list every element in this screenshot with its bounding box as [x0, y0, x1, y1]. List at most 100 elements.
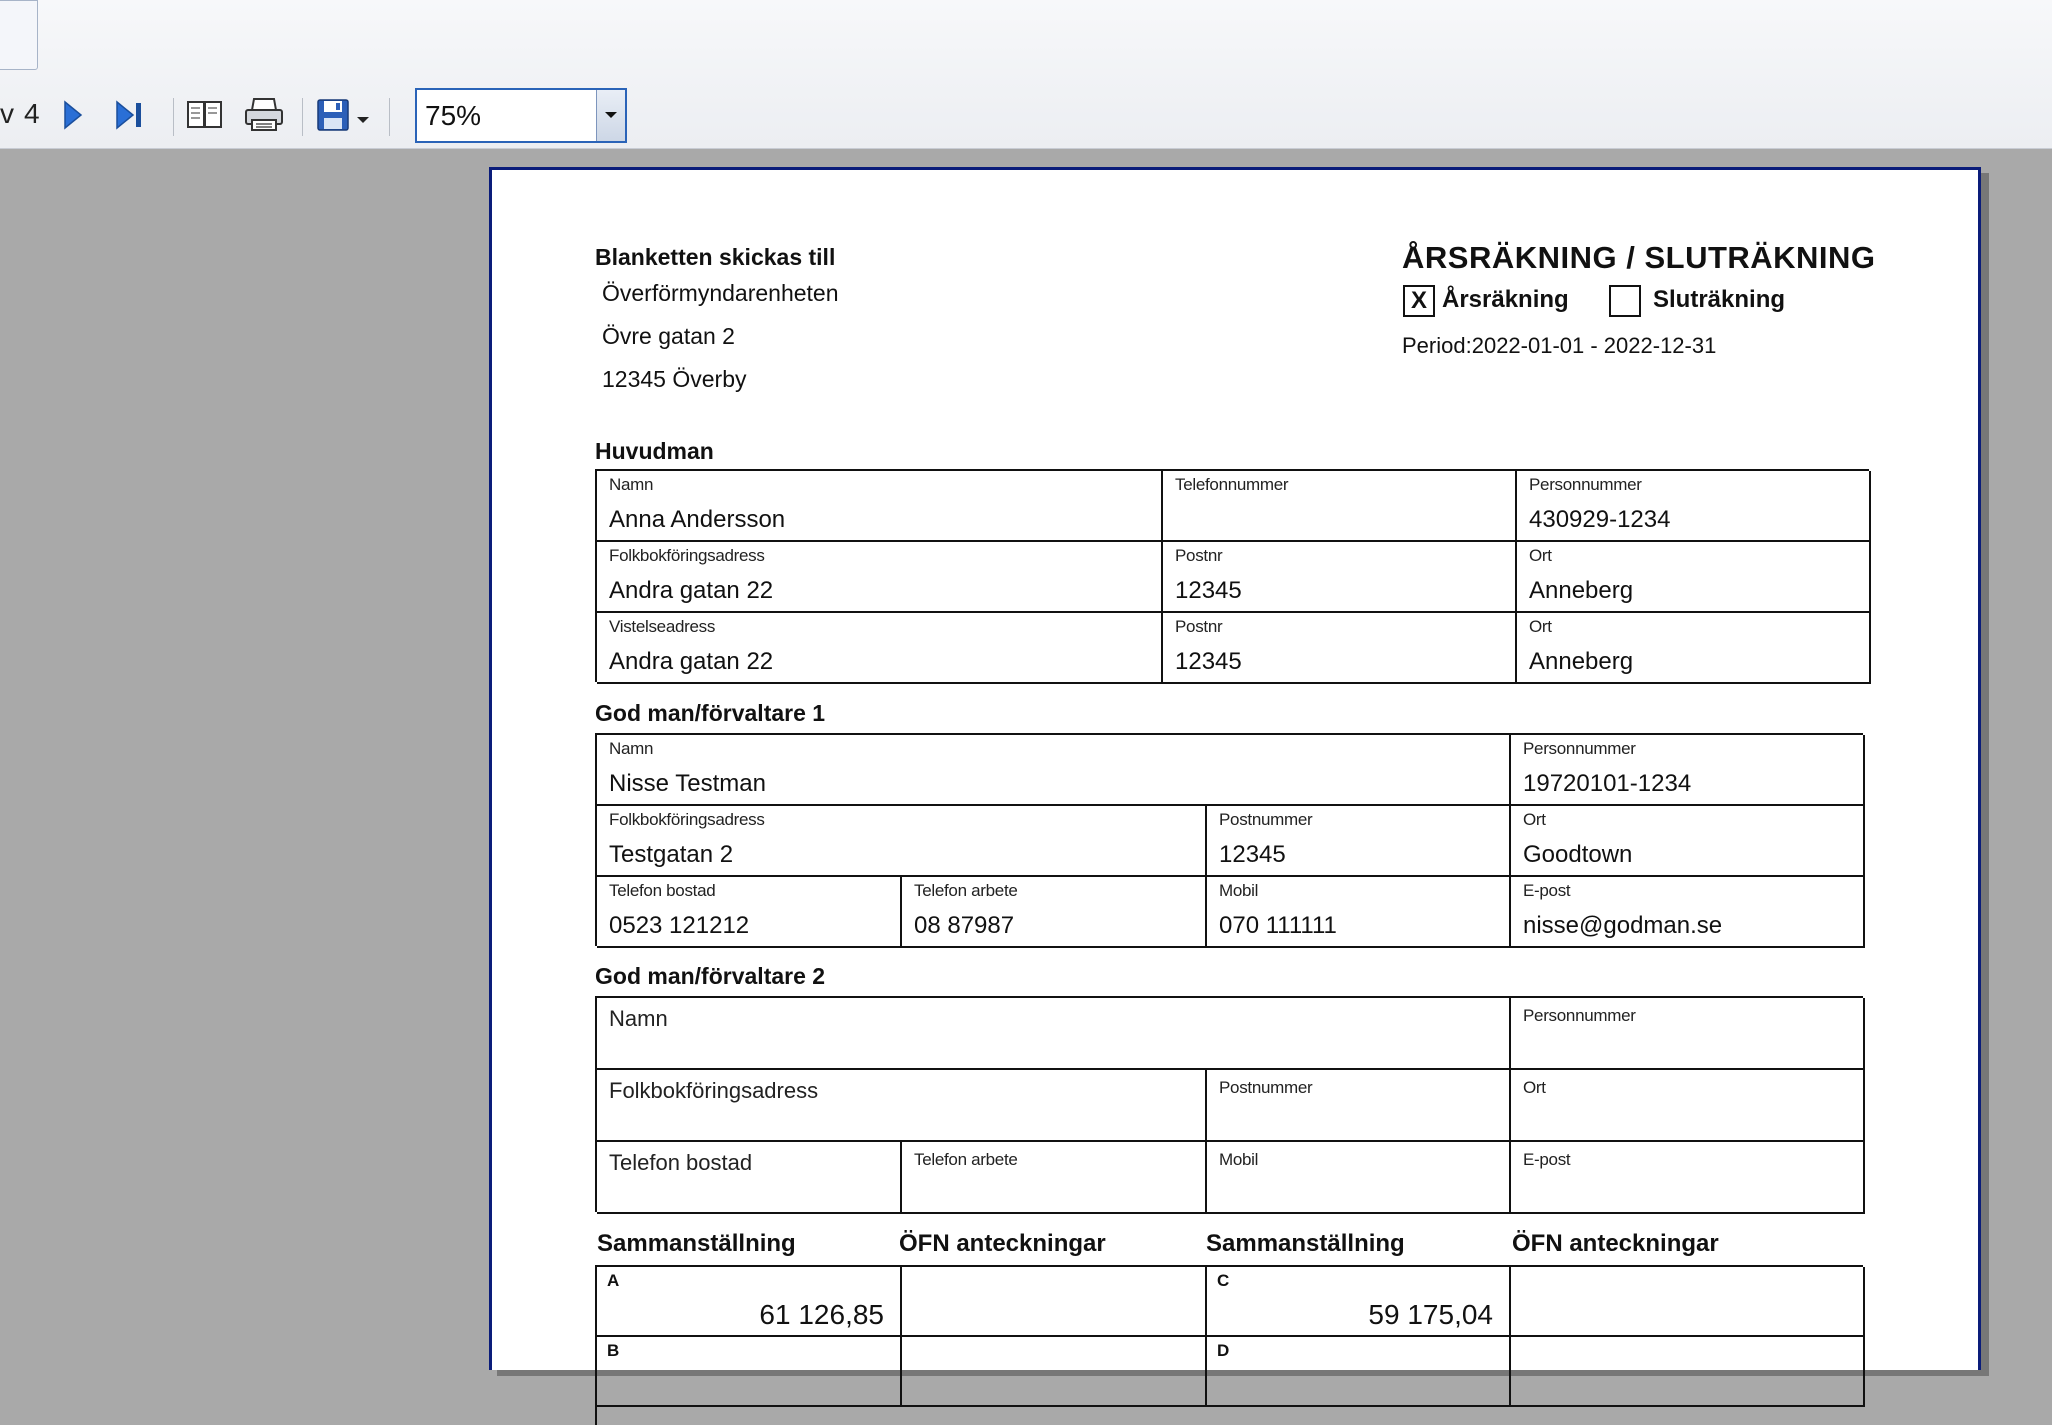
form-title: ÅRSRÄKNING / SLUTRÄKNING — [1402, 240, 1876, 275]
huvudman-vistelse-cell: Vistelseadress Andra gatan 22 — [597, 613, 1163, 684]
summary-letter: B — [607, 1341, 620, 1360]
godman2-tel-work-cell: Telefon arbete — [902, 1142, 1207, 1214]
field-label: Postnummer — [1219, 1078, 1313, 1097]
send-to-label: Blanketten skickas till — [595, 244, 836, 270]
godman2-ort-cell: Ort — [1511, 1070, 1865, 1142]
field-label: Personnummer — [1529, 475, 1642, 494]
godman1-tel-home-cell: Telefon bostad 0523 121212 — [597, 877, 902, 948]
save-icon[interactable] — [316, 98, 350, 137]
page-layout-icon[interactable] — [185, 98, 227, 137]
huvudman-name-cell: Namn Anna Andersson — [597, 471, 1163, 542]
godman1-pnr-cell: Personnummer 19720101-1234 — [1511, 735, 1865, 806]
huvudman-pnr: 430929-1234 — [1529, 506, 1671, 533]
summary-row-d: D — [1207, 1337, 1511, 1407]
field-label: Telefonnummer — [1175, 475, 1289, 494]
field-label: Namn — [609, 475, 654, 494]
field-label: Postnummer — [1219, 810, 1313, 829]
field-label: Mobil — [1219, 881, 1259, 900]
field-label: Postnr — [1175, 546, 1223, 565]
huvudman-postnr2-cell: Postnr 12345 — [1163, 613, 1517, 684]
godman2-folk-cell: Folkbokföringsadress — [597, 1070, 1207, 1142]
slutrakning-checkbox[interactable] — [1609, 285, 1641, 317]
huvudman-table: Namn Anna Andersson Telefonnummer Person… — [595, 469, 1871, 684]
period-value: 2022-01-01 - 2022-12-31 — [1471, 333, 1717, 358]
huvudman-pnr-cell: Personnummer 430929-1234 — [1517, 471, 1871, 542]
notes-heading-left: ÖFN anteckningar — [899, 1230, 1106, 1257]
field-label: Folkbokföringsadress — [609, 1078, 819, 1103]
arsrakning-label: Årsräkning — [1442, 286, 1569, 313]
print-icon[interactable] — [242, 96, 286, 139]
summary-value-a: 61 126,85 — [759, 1299, 884, 1330]
summary-letter: A — [607, 1271, 620, 1290]
godman1-mobil-cell: Mobil 070 111111 — [1207, 877, 1511, 948]
field-label: Folkbokföringsadress — [609, 546, 765, 565]
godman2-pnr-cell: Personnummer — [1511, 998, 1865, 1070]
period: Period:2022-01-01 - 2022-12-31 — [1402, 333, 1716, 359]
huvudman-postnr: 12345 — [1175, 577, 1242, 604]
summary-letter: D — [1217, 1341, 1230, 1360]
field-label: Namn — [609, 1006, 668, 1031]
toolbar-separator — [302, 98, 303, 136]
huvudman-name: Anna Andersson — [609, 506, 786, 533]
godman1-table: Namn Nisse Testman Personnummer 19720101… — [595, 733, 1865, 948]
godman2-mobil-cell: Mobil — [1207, 1142, 1511, 1214]
godman1-mobil: 070 111111 — [1219, 912, 1337, 939]
summary-value-c: 59 175,04 — [1368, 1299, 1493, 1330]
recipient-street: Övre gatan 2 — [602, 323, 735, 349]
slutrakning-label: Sluträkning — [1653, 286, 1786, 313]
next-page-icon[interactable] — [62, 100, 84, 135]
chevron-down-icon — [605, 112, 617, 118]
godman1-folk-cell: Folkbokföringsadress Testgatan 2 — [597, 806, 1207, 877]
huvudman-heading: Huvudman — [595, 438, 714, 464]
huvudman-folk-cell: Folkbokföringsadress Andra gatan 22 — [597, 542, 1163, 613]
summary-notes-a — [902, 1267, 1207, 1337]
godman2-postnr-cell: Postnummer — [1207, 1070, 1511, 1142]
godman1-pnr: 19720101-1234 — [1523, 770, 1692, 797]
last-page-icon[interactable] — [114, 100, 146, 135]
summary-letter: C — [1217, 1271, 1230, 1290]
godman2-table: Namn Personnummer Folkbokföringsadress P… — [595, 996, 1865, 1214]
godman1-postnr: 12345 — [1219, 841, 1286, 868]
field-label: Mobil — [1219, 1150, 1259, 1169]
zoom-select[interactable]: 75% — [415, 88, 627, 143]
huvudman-vistelse: Andra gatan 22 — [609, 648, 774, 675]
toolbar-stub-panel — [0, 0, 38, 70]
huvudman-ort: Anneberg — [1529, 577, 1634, 604]
huvudman-ort2-cell: Ort Anneberg — [1517, 613, 1871, 684]
godman2-name-cell: Namn — [597, 998, 1511, 1070]
godman2-tel-home-cell: Telefon bostad — [597, 1142, 902, 1214]
field-label: E-post — [1523, 1150, 1571, 1169]
summary-heading-right: Sammanställning — [1206, 1230, 1405, 1257]
godman1-name: Nisse Testman — [609, 770, 766, 797]
toolbar-separator — [389, 98, 390, 136]
huvudman-postnr2: 12345 — [1175, 648, 1242, 675]
summary-row-c: C 59 175,04 — [1207, 1267, 1511, 1337]
godman1-email: nisse@godman.se — [1523, 912, 1723, 939]
field-label: Vistelseadress — [609, 617, 716, 636]
field-label: Telefon bostad — [609, 881, 716, 900]
field-label: Folkbokföringsadress — [609, 810, 765, 829]
field-label: Ort — [1523, 1078, 1546, 1097]
godman1-postnr-cell: Postnummer 12345 — [1207, 806, 1511, 877]
field-label: Postnr — [1175, 617, 1223, 636]
chevron-down-icon[interactable] — [356, 112, 370, 130]
godman2-heading: God man/förvaltare 2 — [595, 963, 826, 989]
zoom-dropdown-button[interactable] — [596, 90, 625, 141]
godman1-ort: Goodtown — [1523, 841, 1633, 868]
period-label: Period: — [1402, 333, 1472, 358]
godman2-email-cell: E-post — [1511, 1142, 1865, 1214]
field-label: Namn — [609, 739, 654, 758]
summary-row-b: B — [597, 1337, 902, 1407]
notes-heading-right: ÖFN anteckningar — [1512, 1230, 1719, 1257]
toolbar-separator — [173, 98, 174, 136]
arsrakning-checkbox[interactable]: X — [1403, 285, 1435, 317]
godman1-name-cell: Namn Nisse Testman — [597, 735, 1511, 806]
huvudman-ort-cell: Ort Anneberg — [1517, 542, 1871, 613]
godman1-tel-work-cell: Telefon arbete 08 87987 — [902, 877, 1207, 948]
field-label: Personnummer — [1523, 739, 1636, 758]
huvudman-ort2: Anneberg — [1529, 648, 1634, 675]
summary-notes-c — [1511, 1267, 1865, 1337]
summary-notes-b — [902, 1337, 1207, 1407]
page-total: 4 — [24, 98, 40, 129]
field-label: Ort — [1529, 546, 1552, 565]
